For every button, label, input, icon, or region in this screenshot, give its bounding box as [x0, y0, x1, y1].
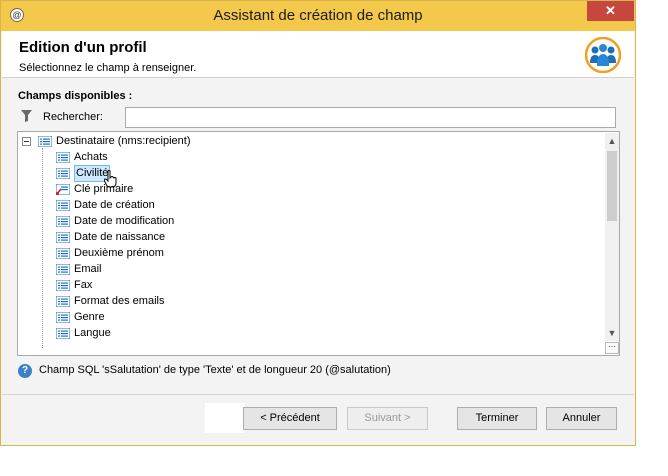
search-label: Rechercher:: [43, 111, 103, 123]
tree-item-label: Format des emails: [74, 295, 165, 307]
page-subtitle: Sélectionnez le champ à renseigner.: [19, 62, 197, 74]
list-icon: [38, 136, 52, 147]
list-icon: [56, 328, 70, 339]
wizard-header: Edition d'un profil Sélectionnez le cham…: [2, 31, 634, 77]
header-divider: [2, 77, 634, 78]
list-icon: [56, 232, 70, 243]
field-description: Champ SQL 'sSalutation' de type 'Texte' …: [39, 364, 391, 376]
tree-item-label: Clé primaire: [74, 183, 134, 195]
tree-item-date-creation[interactable]: Date de création: [56, 198, 356, 214]
tree-item-civilite[interactable]: Civilité: [56, 165, 356, 188]
tree-item-date-modification[interactable]: Date de modification: [56, 214, 356, 230]
scroll-down-arrow-icon[interactable]: ▼: [605, 327, 619, 339]
window-title: Assistant de création de champ: [213, 7, 423, 24]
tree-item-langue[interactable]: Langue: [56, 326, 356, 342]
vertical-scrollbar[interactable]: ▲ ▼: [605, 133, 619, 341]
tree-item-email[interactable]: Email: [56, 262, 356, 278]
scroll-thumb[interactable]: [607, 151, 617, 221]
help-icon: ?: [18, 364, 32, 378]
collapse-icon[interactable]: [22, 137, 31, 146]
tree-item-achats[interactable]: Achats: [56, 150, 356, 166]
list-icon: [56, 168, 70, 179]
list-icon: [56, 296, 70, 307]
list-icon: [56, 264, 70, 275]
tree-root-label: Destinataire (nms:recipient): [56, 135, 191, 147]
tree-item-label: Date de naissance: [74, 231, 166, 243]
tree-connector-lines: [42, 148, 57, 348]
list-icon: [56, 216, 70, 227]
tree-item-fax[interactable]: Fax: [56, 278, 356, 294]
cancel-button[interactable]: Annuler: [546, 407, 617, 430]
list-icon: [56, 152, 70, 163]
tree-item-label: Genre: [74, 311, 105, 323]
list-icon: [56, 200, 70, 211]
tree-item-date-naissance[interactable]: Date de naissance: [56, 230, 356, 246]
next-button[interactable]: Suivant >: [347, 407, 428, 430]
tree-item-label: Deuxième prénom: [74, 247, 164, 259]
tree-item-cle-primaire[interactable]: Clé primaire: [56, 182, 356, 198]
list-icon: [56, 248, 70, 259]
tree-item-label: Fax: [74, 279, 93, 291]
previous-button[interactable]: < Précédent: [243, 407, 337, 430]
available-fields-label: Champs disponibles :: [18, 90, 133, 102]
filter-icon: [21, 110, 32, 122]
tree-item-label: Langue: [74, 327, 111, 339]
tree-item-label: Date de modification: [74, 215, 175, 227]
search-input[interactable]: [125, 107, 616, 128]
list-icon: [56, 312, 70, 323]
wizard-window: @ Assistant de création de champ ✕ Editi…: [0, 0, 636, 446]
close-button[interactable]: ✕: [587, 1, 634, 21]
more-options-button[interactable]: ···: [605, 342, 619, 354]
tree-item-deuxieme-prenom[interactable]: Deuxième prénom: [56, 246, 356, 262]
page-title: Edition d'un profil: [19, 39, 147, 56]
scroll-up-arrow-icon[interactable]: ▲: [605, 135, 619, 147]
tree-item-label: Date de création: [74, 199, 155, 211]
tree-item-label: Email: [74, 263, 102, 275]
tree-item-label: Achats: [74, 151, 108, 163]
fields-tree[interactable]: Destinataire (nms:recipient) Achats Civi…: [17, 131, 620, 356]
blank-area: [205, 403, 245, 433]
footer-divider: [2, 394, 634, 395]
profile-group-icon: [585, 37, 621, 73]
finish-button[interactable]: Terminer: [457, 407, 537, 430]
key-list-icon: [56, 184, 70, 195]
tree-item-genre[interactable]: Genre: [56, 310, 356, 326]
tree-item-format-emails[interactable]: Format des emails: [56, 294, 356, 310]
title-bar[interactable]: @ Assistant de création de champ ✕: [1, 1, 635, 31]
list-icon: [56, 280, 70, 291]
